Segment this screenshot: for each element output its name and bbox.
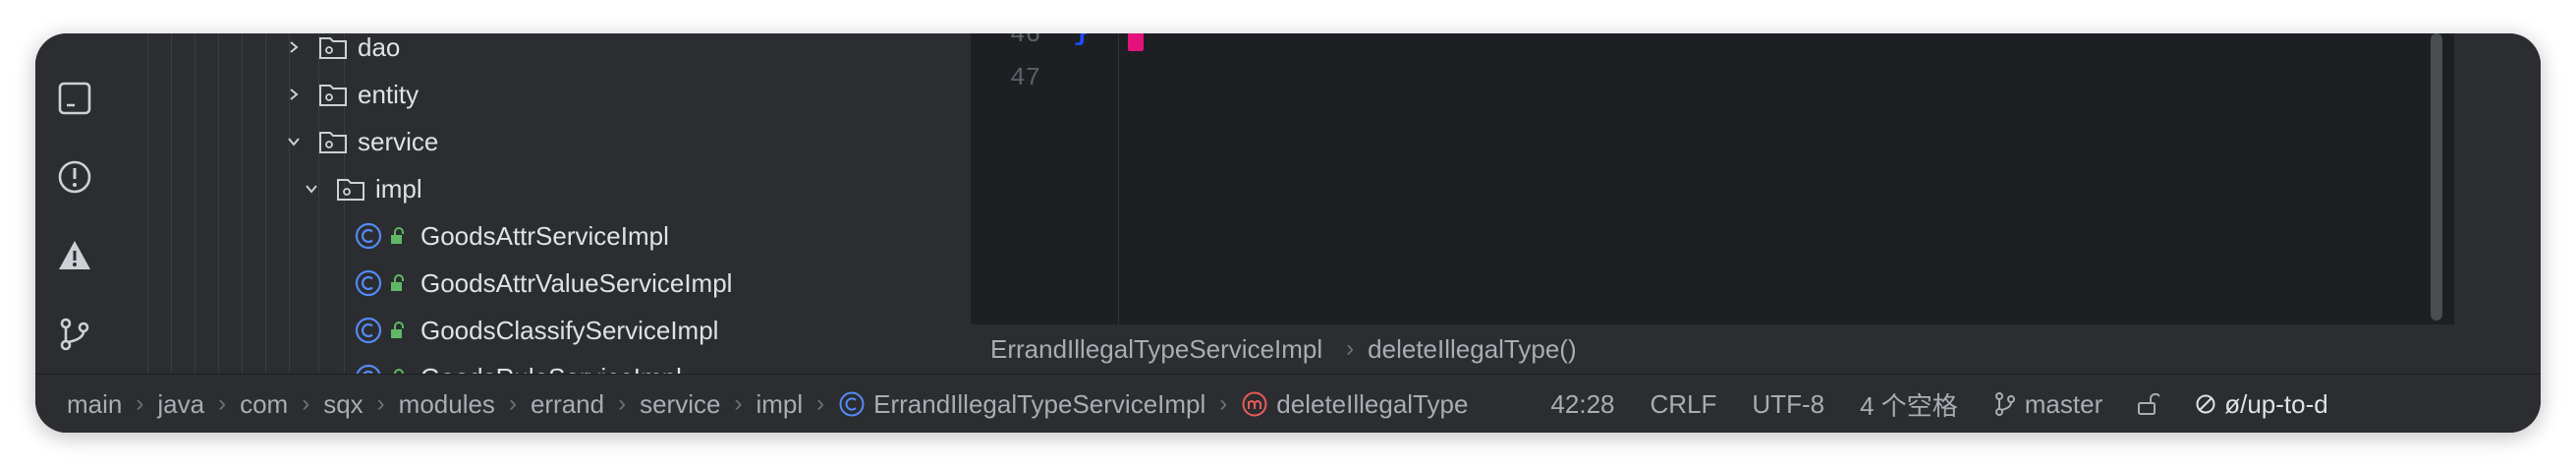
- right-tool-stripe: [2454, 33, 2541, 374]
- tree-item-class[interactable]: GoodsRuleServiceImpl: [112, 354, 971, 374]
- tree-item-label: impl: [375, 173, 422, 204]
- lock-open-icon: [391, 227, 404, 244]
- editor-breadcrumbs: ErrandIllegalTypeServiceImpl › deleteIll…: [971, 324, 2454, 374]
- tree-item-label: dao: [358, 33, 401, 62]
- path-class[interactable]: ErrandIllegalTypeServiceImpl: [873, 389, 1205, 420]
- path-method[interactable]: deleteIllegalType: [1276, 389, 1468, 420]
- path-segment[interactable]: impl: [756, 389, 803, 420]
- tree-item-label: GoodsRuleServiceImpl: [420, 363, 682, 375]
- tree-item-label: service: [358, 126, 439, 156]
- path-segment[interactable]: com: [240, 389, 288, 420]
- vcs-status[interactable]: ø/up-to-d: [2195, 389, 2328, 420]
- code-editor[interactable]: 46 47 } ErrandIllegalTypeServiceImpl › d…: [971, 33, 2454, 374]
- tree-item-class[interactable]: GoodsAttrServiceImpl: [112, 212, 971, 260]
- breadcrumb-method[interactable]: deleteIllegalType(): [1368, 334, 1576, 365]
- tree-item-service[interactable]: service: [112, 118, 971, 165]
- problems-icon[interactable]: [53, 155, 96, 199]
- package-folder-icon: [319, 37, 347, 59]
- warning-icon[interactable]: [53, 234, 96, 277]
- chevron-down-icon[interactable]: [283, 131, 305, 152]
- tree-item-class[interactable]: GoodsClassifyServiceImpl: [112, 307, 971, 354]
- tool-window-stripe: [35, 33, 112, 374]
- tree-item-label: entity: [358, 79, 420, 109]
- navigation-path: main › java › com › sqx › modules › errand › s…: [67, 388, 1469, 420]
- file-encoding[interactable]: UTF-8: [1752, 389, 1824, 420]
- line-number-gutter: 46 47: [971, 33, 1119, 324]
- tree-item-label: GoodsClassifyServiceImpl: [420, 315, 719, 345]
- terminal-icon[interactable]: [53, 77, 96, 120]
- vcs-branch[interactable]: master: [1993, 389, 2102, 420]
- class-icon: [839, 391, 865, 417]
- tree-item-entity[interactable]: entity: [112, 71, 971, 118]
- path-segment[interactable]: service: [640, 389, 720, 420]
- path-segment[interactable]: errand: [531, 389, 604, 420]
- tree-item-label: GoodsAttrServiceImpl: [420, 220, 669, 251]
- project-tree: dao entity service impl GoodsAttrService…: [112, 33, 971, 374]
- breadcrumb-separator: ›: [1346, 335, 1355, 362]
- chevron-right-icon[interactable]: [283, 36, 305, 58]
- path-segment[interactable]: main: [67, 389, 122, 420]
- vertical-scrollbar[interactable]: [2431, 33, 2442, 321]
- closing-brace: }: [1073, 33, 1090, 48]
- no-entry-icon: [2196, 394, 2215, 414]
- method-icon: [1242, 391, 1267, 417]
- line-ending[interactable]: CRLF: [1651, 389, 1717, 420]
- indent-setting[interactable]: 4 个空格: [1860, 386, 1958, 423]
- status-bar: main › java › com › sqx › modules › errand › s…: [35, 374, 2541, 433]
- caret-marker: [1128, 33, 1144, 51]
- path-segment[interactable]: modules: [399, 389, 495, 420]
- vcs-status-text: ø/up-to-d: [2224, 388, 2328, 419]
- ide-window: dao entity service impl GoodsAttrService…: [35, 33, 2541, 433]
- package-folder-icon: [337, 179, 364, 201]
- class-icon: [355, 269, 382, 297]
- tree-item-label: GoodsAttrValueServiceImpl: [420, 267, 733, 298]
- class-icon: [355, 222, 382, 250]
- tree-item-class[interactable]: GoodsAttrValueServiceImpl: [112, 260, 971, 307]
- line-number: 47: [1010, 63, 1041, 92]
- package-folder-icon: [319, 85, 347, 106]
- breadcrumb-class[interactable]: ErrandIllegalTypeServiceImpl: [990, 334, 1322, 365]
- package-folder-icon: [319, 132, 347, 153]
- git-branch-icon[interactable]: [53, 313, 96, 356]
- class-icon: [356, 364, 381, 374]
- caret-position[interactable]: 42:28: [1550, 389, 1614, 420]
- class-icon: [355, 317, 382, 344]
- lock-open-icon: [391, 322, 404, 338]
- git-branch-icon: [1994, 392, 2015, 416]
- branch-name: master: [2024, 388, 2103, 419]
- line-number: 46: [1010, 33, 1041, 49]
- chevron-down-icon[interactable]: [301, 178, 322, 200]
- path-segment[interactable]: java: [157, 389, 204, 420]
- tree-item-impl[interactable]: impl: [112, 165, 971, 212]
- chevron-right-icon[interactable]: [283, 84, 305, 105]
- tree-item-dao[interactable]: dao: [112, 33, 971, 71]
- lock-open-icon[interactable]: [2136, 391, 2169, 417]
- path-segment[interactable]: sqx: [323, 389, 363, 420]
- lock-open-icon: [391, 274, 404, 291]
